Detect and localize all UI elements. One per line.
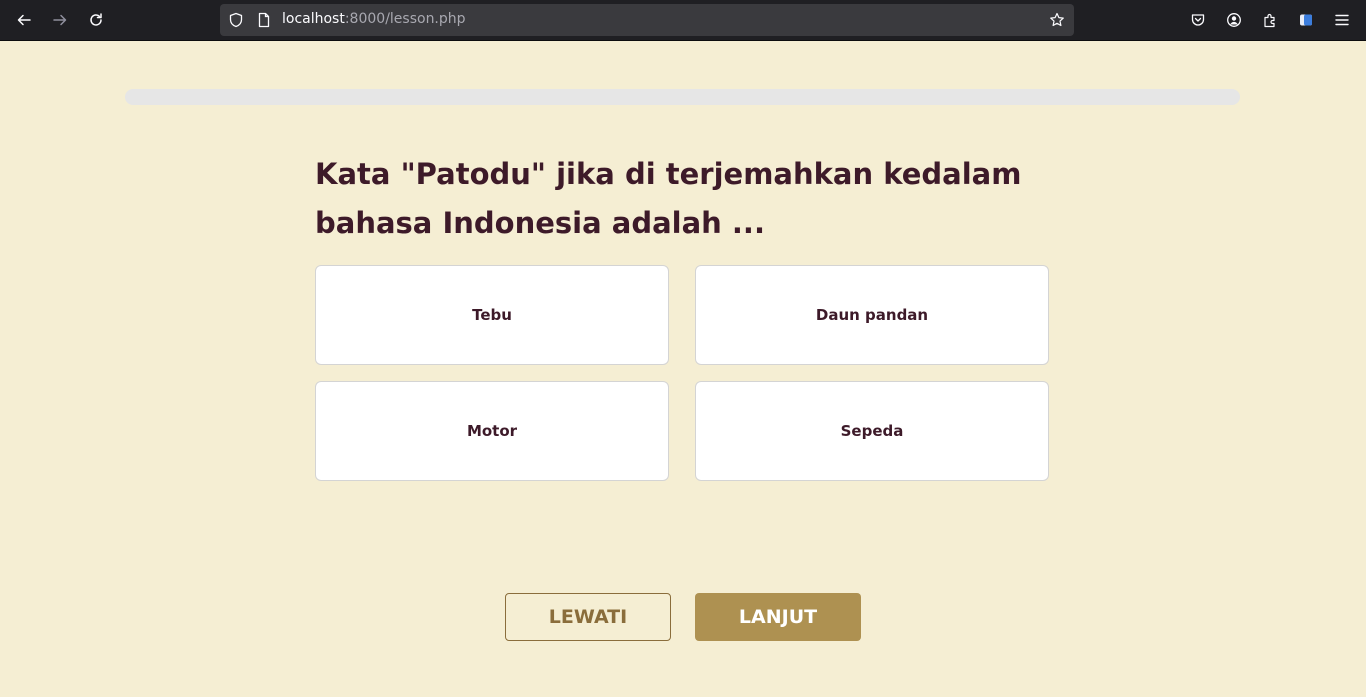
extensions-icon[interactable]: [1258, 8, 1282, 32]
url-text[interactable]: localhost:8000/lesson.php: [282, 11, 466, 27]
answer-option-4[interactable]: Sepeda: [695, 381, 1049, 481]
browser-toolbar: localhost:8000/lesson.php: [0, 0, 1366, 41]
bookmark-star-icon[interactable]: [1049, 12, 1065, 28]
account-icon[interactable]: [1222, 8, 1246, 32]
next-button[interactable]: LANJUT: [695, 593, 861, 641]
menu-icon[interactable]: [1330, 8, 1354, 32]
back-icon[interactable]: [12, 8, 36, 32]
skip-button[interactable]: LEWATI: [505, 593, 671, 641]
answer-option-3[interactable]: Motor: [315, 381, 669, 481]
extension-app-icon[interactable]: [1294, 8, 1318, 32]
answer-option-2[interactable]: Daun pandan: [695, 265, 1049, 365]
shield-icon[interactable]: [228, 12, 244, 28]
progress-bar: [125, 89, 1240, 105]
url-bar[interactable]: localhost:8000/lesson.php: [220, 4, 1074, 36]
reload-icon[interactable]: [84, 8, 108, 32]
page-icon[interactable]: [256, 12, 272, 28]
question-text: Kata "Patodu" jika di terjemahkan kedala…: [315, 157, 1022, 240]
answer-option-1[interactable]: Tebu: [315, 265, 669, 365]
forward-icon[interactable]: [48, 8, 72, 32]
pocket-icon[interactable]: [1186, 8, 1210, 32]
